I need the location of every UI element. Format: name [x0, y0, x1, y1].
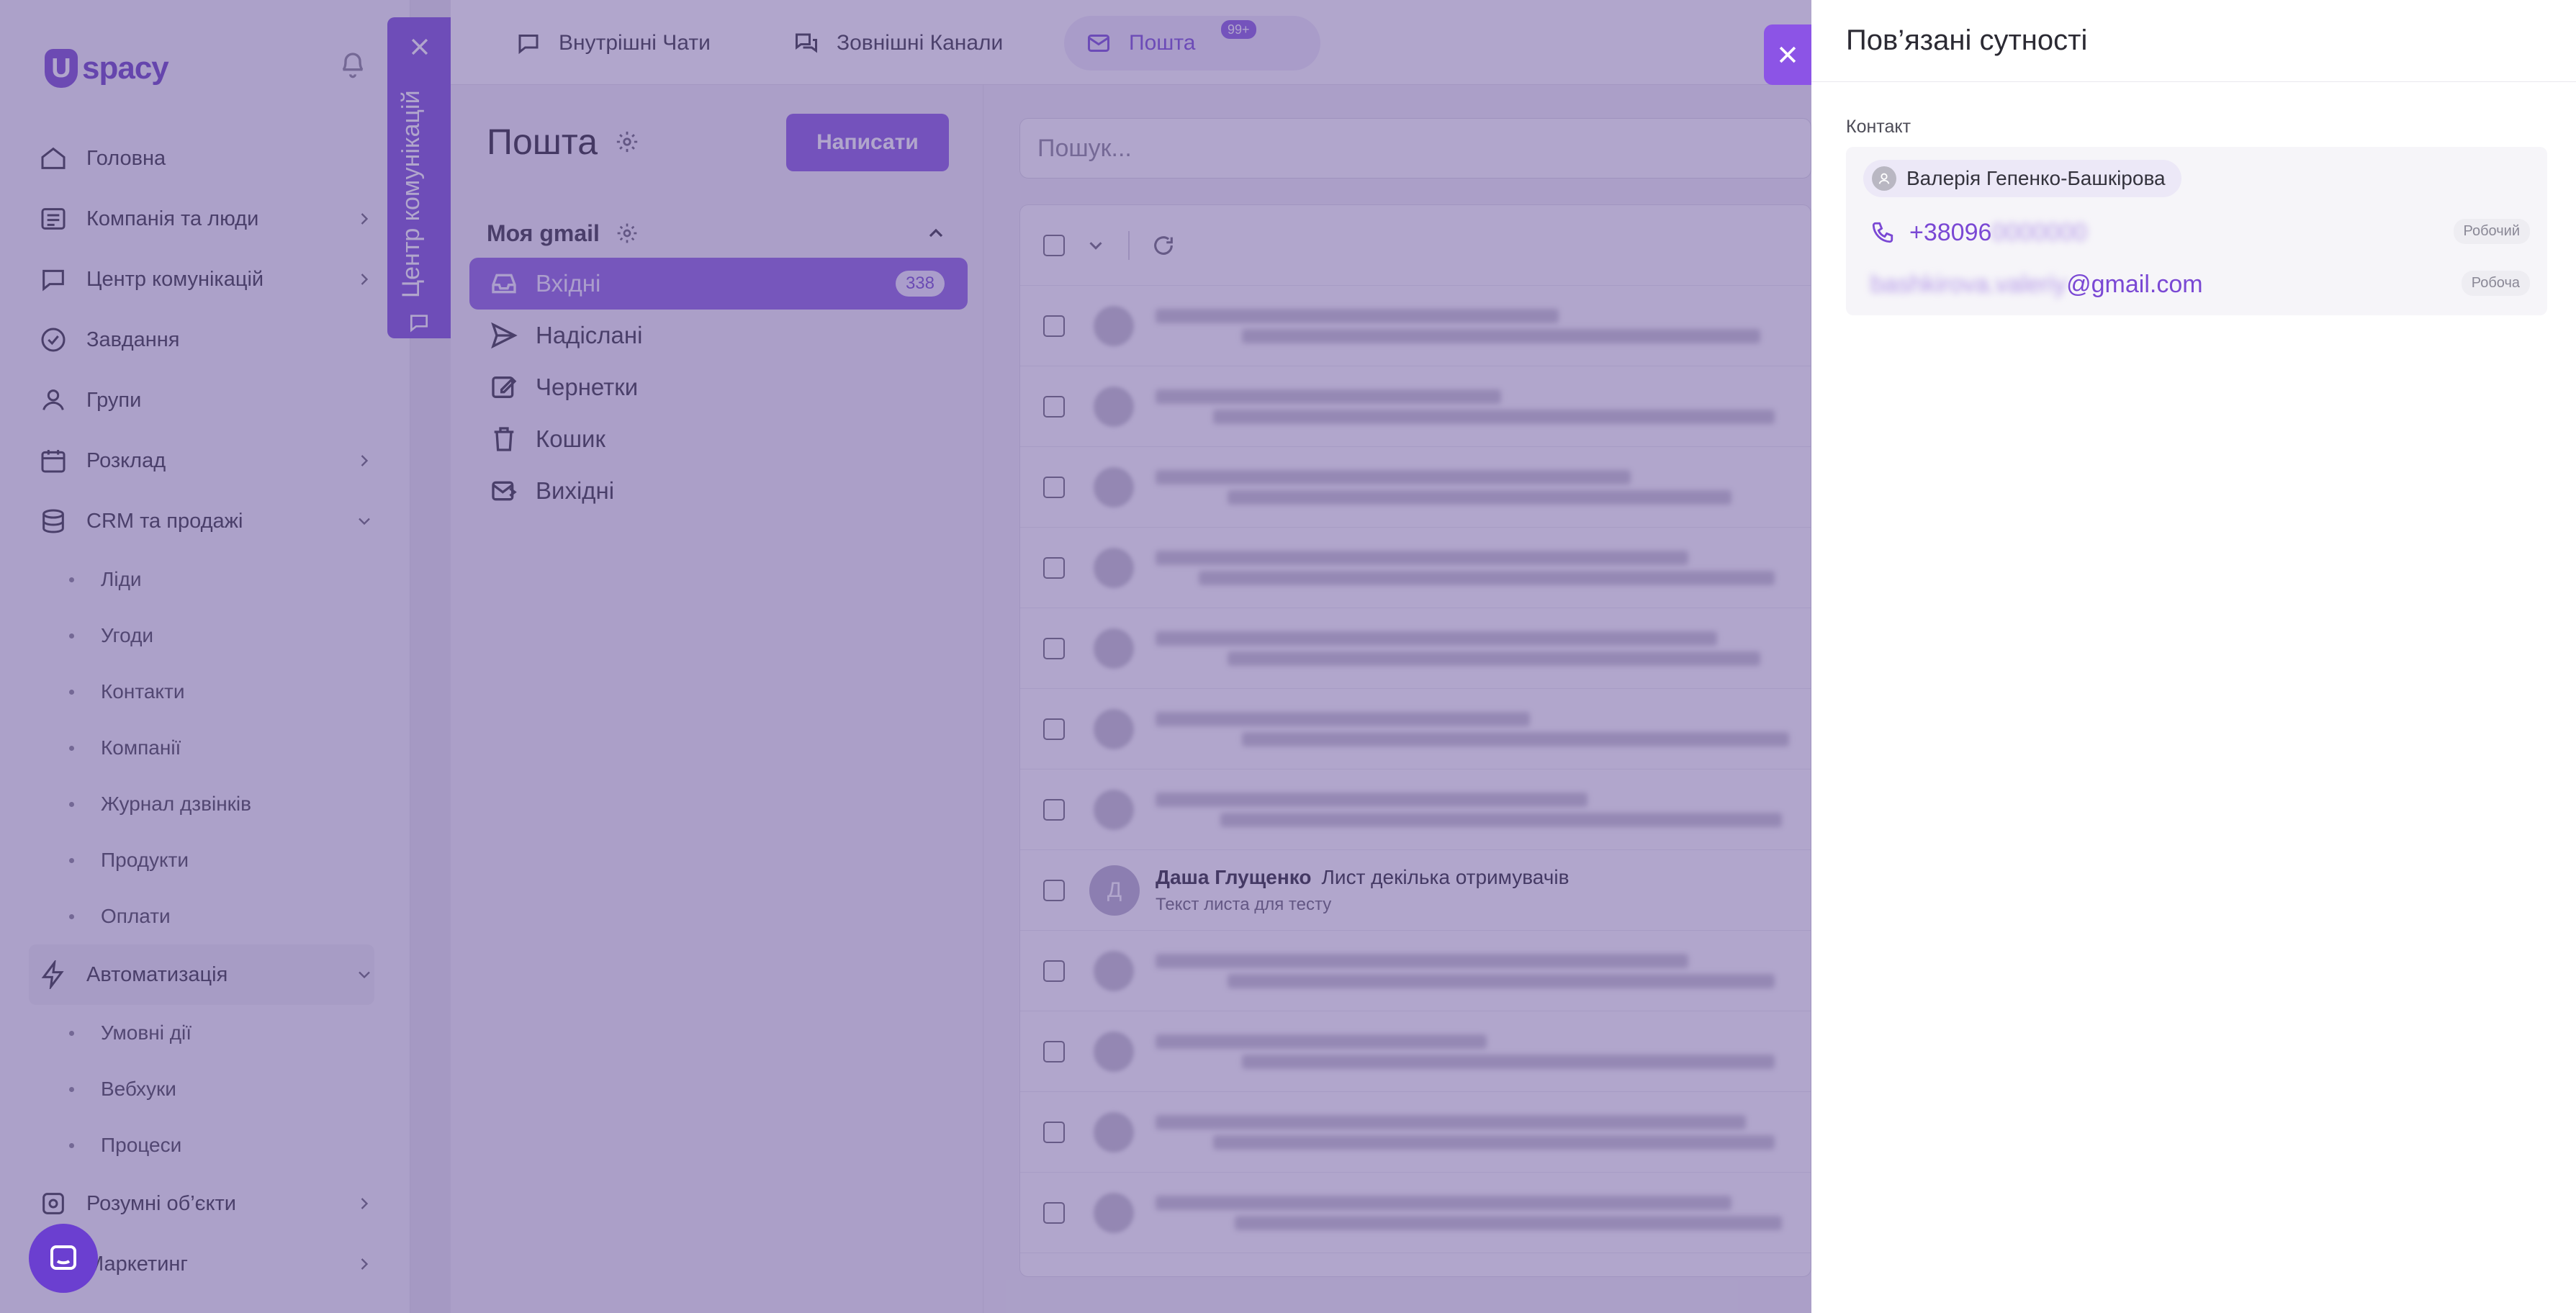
close-icon: [1779, 46, 1796, 63]
contact-email[interactable]: bashkirova.valeriy @gmail.com: [1870, 266, 2203, 302]
phone-visible-part: +38096: [1909, 218, 1992, 246]
phone-icon: [1872, 222, 1893, 243]
email-hidden-part: bashkirova.valeriy: [1870, 270, 2067, 298]
support-chat-button[interactable]: [29, 1224, 98, 1293]
contact-chip[interactable]: Валерія Гепенко-Башкірова: [1863, 160, 2181, 197]
section-label-contact: Контакт: [1846, 117, 1911, 137]
user-icon: [1878, 173, 1890, 184]
related-entities-drawer: Пов’язані сутності Контакт Валерія Гепен…: [1811, 0, 2576, 1313]
drawer-title: Пов’язані сутності: [1811, 0, 2576, 82]
app-root: U spacy Головна Компанія та люди Центр к…: [0, 0, 2576, 1313]
phone-type-tag: Робочий: [2453, 219, 2530, 244]
chat-icon: [50, 1245, 76, 1270]
modal-overlay[interactable]: [0, 0, 1811, 1313]
contact-name: Валерія Гепенко-Башкірова: [1906, 167, 2166, 189]
phone-hidden-part: 0000000: [1991, 218, 2087, 246]
avatar: [1872, 166, 1896, 191]
email-visible-part: @gmail.com: [2066, 270, 2203, 298]
email-type-tag: Робоча: [2461, 271, 2530, 296]
drawer-close-button[interactable]: [1764, 24, 1811, 85]
contact-phone[interactable]: +38096 0000000: [1870, 215, 2087, 251]
contact-card: Валерія Гепенко-Башкірова +38096 0000000 …: [1846, 147, 2547, 315]
